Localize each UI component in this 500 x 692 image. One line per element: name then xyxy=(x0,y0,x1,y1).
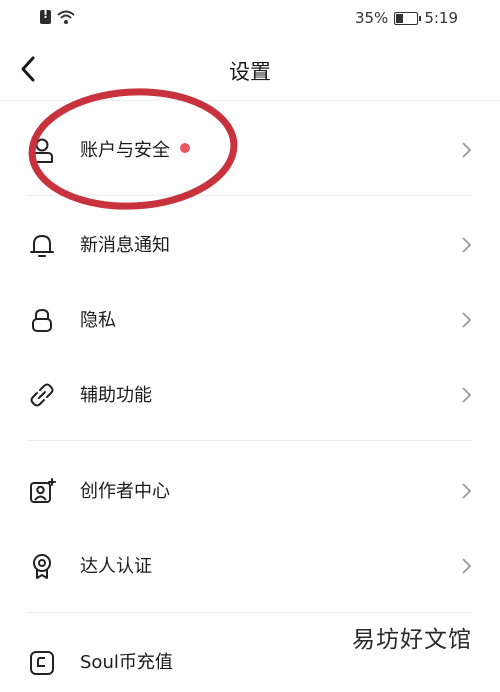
badge-award-icon xyxy=(33,554,51,579)
lock-icon xyxy=(32,308,52,332)
chevron-right-icon xyxy=(462,483,472,499)
settings-item-label: 辅助功能 xyxy=(80,385,152,406)
section-divider xyxy=(28,440,472,441)
chevron-right-icon xyxy=(462,387,472,403)
settings-item-creator-center[interactable]: 创作者中心 xyxy=(0,461,500,521)
sim-alert-icon xyxy=(40,8,51,24)
header: 设置 xyxy=(0,38,500,101)
settings-item-label: 账户与安全 xyxy=(80,136,190,162)
settings-item-label: 新消息通知 xyxy=(80,235,170,256)
watermark: 易坊好文馆 xyxy=(352,627,472,653)
chevron-right-icon xyxy=(462,237,472,253)
status-right: 35% 5:19 xyxy=(355,9,458,27)
settings-item-label: 隐私 xyxy=(80,310,116,331)
settings-item-expert-verification[interactable]: 达人认证 xyxy=(0,536,500,596)
section-divider xyxy=(28,612,472,613)
chevron-right-icon xyxy=(462,558,472,574)
settings-item-notifications[interactable]: 新消息通知 xyxy=(0,215,500,275)
notification-dot xyxy=(180,143,190,153)
wifi-icon xyxy=(57,10,75,24)
battery-icon xyxy=(394,11,422,25)
coin-icon xyxy=(30,651,54,675)
bell-icon xyxy=(30,235,54,257)
settings-item-account-security[interactable]: 账户与安全 xyxy=(0,120,500,180)
chevron-right-icon xyxy=(462,312,472,328)
settings-item-label: 达人认证 xyxy=(80,556,152,577)
user-icon xyxy=(31,138,53,163)
link-icon xyxy=(30,383,54,407)
settings-item-label: 创作者中心 xyxy=(80,481,170,502)
battery-percent: 35% xyxy=(354,9,389,27)
section-divider xyxy=(28,195,472,196)
status-left xyxy=(40,8,75,24)
creator-icon xyxy=(30,478,56,503)
status-bar: 35% 5:19 xyxy=(0,0,500,38)
settings-item-accessibility[interactable]: 辅助功能 xyxy=(0,365,500,425)
page-title: 设置 xyxy=(229,60,271,84)
settings-item-privacy[interactable]: 隐私 xyxy=(0,290,500,350)
settings-item-label: Soul币充值 xyxy=(80,652,173,673)
status-time: 5:19 xyxy=(424,9,458,27)
chevron-right-icon xyxy=(462,142,472,158)
battery-fill xyxy=(396,13,403,23)
